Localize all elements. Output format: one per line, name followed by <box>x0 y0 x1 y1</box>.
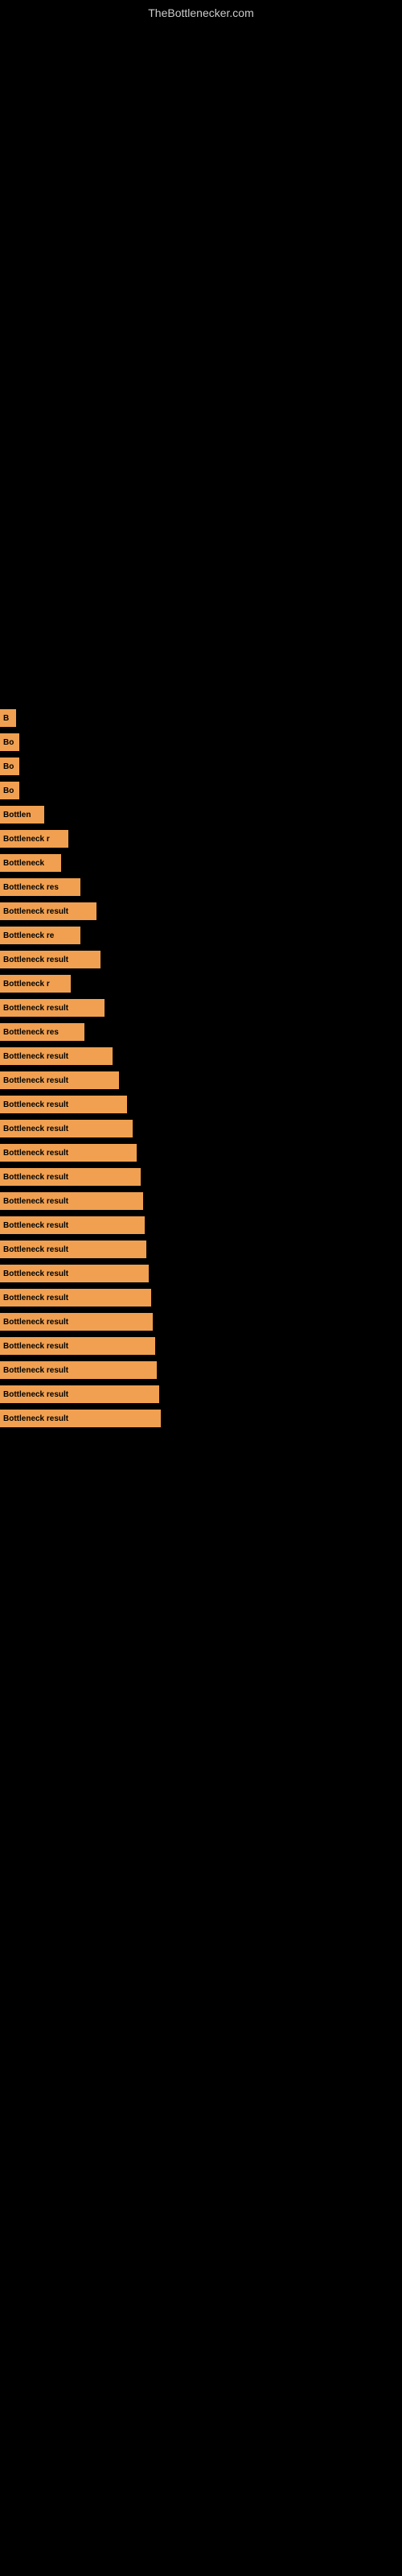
bottleneck-bar: Bottleneck result <box>0 1337 155 1355</box>
bar-row: Bottleneck res <box>0 876 402 898</box>
bar-label: Bottleneck result <box>3 1366 68 1375</box>
bottleneck-bar: Bottleneck result <box>0 1096 127 1113</box>
bar-row: Bottleneck result <box>0 1407 402 1430</box>
bar-label: Bottleneck result <box>3 1342 68 1351</box>
bar-row: Bottleneck result <box>0 948 402 971</box>
bar-label: Bottleneck result <box>3 1004 68 1013</box>
bar-row: Bottleneck result <box>0 900 402 923</box>
bottleneck-bar: B <box>0 709 16 727</box>
bar-label: Bottleneck result <box>3 1173 68 1182</box>
bar-label: Bo <box>3 762 14 771</box>
bar-row: Bottleneck r <box>0 972 402 995</box>
bar-label: Bottleneck re <box>3 931 54 940</box>
bottleneck-bar: Bottleneck result <box>0 1168 141 1186</box>
bottleneck-bar: Bottleneck result <box>0 1313 153 1331</box>
bar-label: Bottleneck result <box>3 1149 68 1158</box>
bottleneck-bar: Bottleneck result <box>0 1120 133 1137</box>
bottleneck-bar: Bottleneck result <box>0 1071 119 1089</box>
bar-label: Bottleneck r <box>3 980 50 989</box>
bar-row: Bottleneck <box>0 852 402 874</box>
bar-row: Bo <box>0 755 402 778</box>
bar-row: Bottleneck result <box>0 1141 402 1164</box>
bottleneck-bar: Bottleneck result <box>0 1265 149 1282</box>
bottleneck-bar: Bottleneck result <box>0 1385 159 1403</box>
bar-row: Bottleneck result <box>0 1262 402 1285</box>
bottleneck-bar: Bottleneck res <box>0 878 80 896</box>
bar-row: Bottleneck result <box>0 1093 402 1116</box>
bar-label: Bottleneck result <box>3 1125 68 1133</box>
bar-label: B <box>3 714 9 723</box>
site-title: TheBottlenecker.com <box>0 0 402 23</box>
bottleneck-bar: Bottleneck result <box>0 999 105 1017</box>
bar-label: Bottleneck result <box>3 1390 68 1399</box>
bar-label: Bottleneck result <box>3 1414 68 1423</box>
bar-label: Bottleneck result <box>3 1221 68 1230</box>
bottleneck-bar: Bo <box>0 782 19 799</box>
bar-row: Bottleneck result <box>0 1311 402 1333</box>
bar-row: Bottleneck result <box>0 1045 402 1067</box>
bottleneck-bar: Bottleneck result <box>0 1289 151 1307</box>
bar-row: B <box>0 707 402 729</box>
chart-area <box>0 23 402 361</box>
bottleneck-bar: Bottleneck result <box>0 1410 161 1427</box>
bottleneck-bar: Bottleneck result <box>0 1216 145 1234</box>
bar-row: Bo <box>0 779 402 802</box>
bottleneck-bar: Bottleneck result <box>0 1192 143 1210</box>
bar-row: Bottleneck re <box>0 924 402 947</box>
bottleneck-bar: Bottleneck re <box>0 927 80 944</box>
bar-label: Bottleneck result <box>3 1052 68 1061</box>
bar-row: Bo <box>0 731 402 753</box>
bar-row: Bottleneck result <box>0 1166 402 1188</box>
bottleneck-bar: Bottlen <box>0 806 44 824</box>
bar-row: Bottleneck r <box>0 828 402 850</box>
bar-label: Bottleneck <box>3 859 44 868</box>
bar-row: Bottleneck result <box>0 1335 402 1357</box>
bar-row: Bottleneck result <box>0 1238 402 1261</box>
bar-label: Bottleneck result <box>3 907 68 916</box>
bar-label: Bottleneck res <box>3 1028 59 1037</box>
bottleneck-bar: Bottleneck result <box>0 1047 113 1065</box>
bar-row: Bottleneck result <box>0 1069 402 1092</box>
bar-label: Bottleneck result <box>3 1100 68 1109</box>
bottleneck-bar: Bottleneck result <box>0 951 100 968</box>
bottleneck-bar: Bottleneck result <box>0 1241 146 1258</box>
bar-row: Bottleneck result <box>0 1359 402 1381</box>
bottleneck-bar: Bottleneck r <box>0 975 71 993</box>
bar-label: Bottleneck result <box>3 1245 68 1254</box>
bar-row: Bottleneck result <box>0 1214 402 1236</box>
bar-row: Bottleneck result <box>0 1286 402 1309</box>
bar-row: Bottleneck result <box>0 1383 402 1406</box>
bar-label: Bo <box>3 738 14 747</box>
bar-label: Bottleneck r <box>3 835 50 844</box>
bar-row: Bottleneck result <box>0 1190 402 1212</box>
bar-label: Bottleneck result <box>3 956 68 964</box>
bar-label: Bottleneck result <box>3 1269 68 1278</box>
bar-label: Bottlen <box>3 811 31 819</box>
bottleneck-bar: Bottleneck result <box>0 902 96 920</box>
bottleneck-bar: Bottleneck res <box>0 1023 84 1041</box>
bar-row: Bottleneck result <box>0 1117 402 1140</box>
bar-label: Bo <box>3 786 14 795</box>
bar-label: Bottleneck result <box>3 1197 68 1206</box>
bottleneck-bar: Bottleneck r <box>0 830 68 848</box>
bottleneck-bar: Bo <box>0 733 19 751</box>
bar-row: Bottlen <box>0 803 402 826</box>
bar-label: Bottleneck result <box>3 1076 68 1085</box>
bottleneck-bar: Bo <box>0 758 19 775</box>
bottleneck-bar: Bottleneck result <box>0 1361 157 1379</box>
bar-container: B Bo Bo Bo Bottlen Bottleneck r Bottleneck Bott… <box>0 707 402 1431</box>
bar-row: Bottleneck result <box>0 997 402 1019</box>
bar-label: Bottleneck result <box>3 1318 68 1327</box>
bar-label: Bottleneck res <box>3 883 59 892</box>
bar-label: Bottleneck result <box>3 1294 68 1302</box>
bottleneck-bar: Bottleneck result <box>0 1144 137 1162</box>
bottleneck-bar: Bottleneck <box>0 854 61 872</box>
bar-row: Bottleneck res <box>0 1021 402 1043</box>
